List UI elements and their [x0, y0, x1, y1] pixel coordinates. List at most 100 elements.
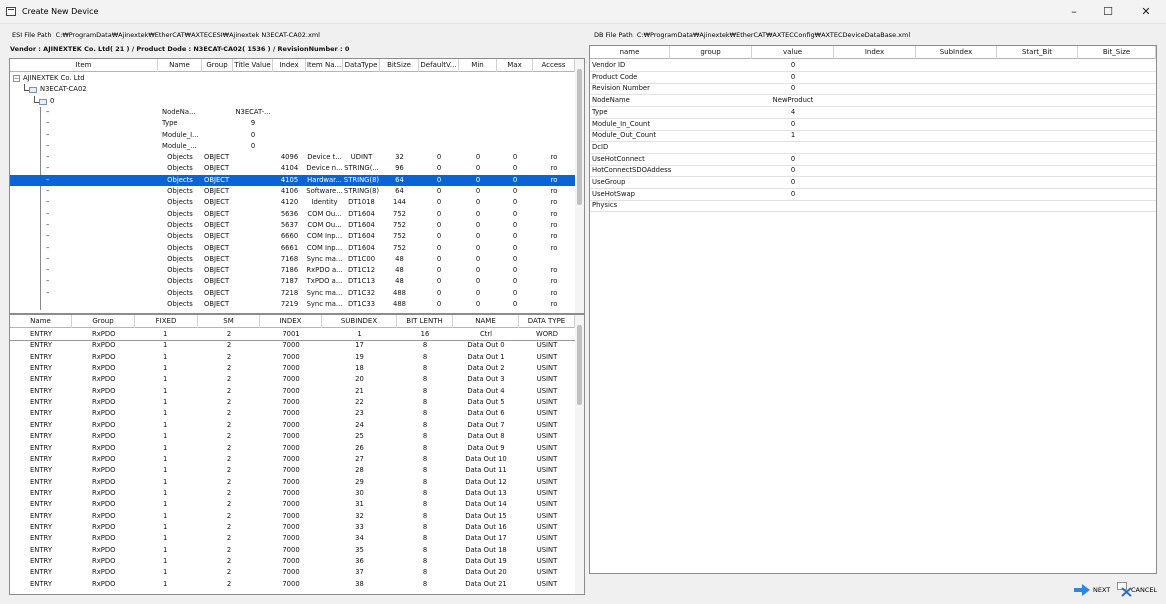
- tree-table-row[interactable]: – Module_... 0: [10, 141, 575, 152]
- tree-table-row[interactable]: – Module_I... 0: [10, 130, 575, 141]
- pdo-col-header[interactable]: SM: [198, 315, 260, 328]
- close-button[interactable]: ✕: [1129, 0, 1163, 24]
- property-table-row[interactable]: Module_Out_Count 1: [590, 130, 1156, 141]
- device-property-table[interactable]: name group value Index SubIndex Start_Bit Bit_…: [589, 45, 1157, 574]
- tree-node[interactable]: − AJINEXTEK Co. Ltd: [10, 73, 575, 84]
- pdo-table-row[interactable]: ENTRY RxPDO 1 2 7000 29 8 Data Out 12 USINT: [10, 477, 575, 488]
- pdo-col-header[interactable]: NAME: [453, 315, 519, 328]
- pdo-table-row[interactable]: ENTRY RxPDO 1 2 7000 37 8 Data Out 20 USINT: [10, 567, 575, 578]
- tree-col-header[interactable]: Max: [497, 59, 533, 72]
- tree-col-header[interactable]: Item: [10, 59, 158, 72]
- property-table-row[interactable]: NodeName NewProduct: [590, 95, 1156, 106]
- pdo-table-row[interactable]: ENTRY RxPDO 1 2 7000 38 8 Data Out 21 USINT: [10, 579, 575, 590]
- property-table-row[interactable]: HotConnectSDOAddess 0: [590, 165, 1156, 176]
- tree-table-row[interactable]: – Objects OBJECT 7218 Sync ma... DT1C32 488 0 0 0…: [10, 288, 575, 299]
- pdo-table-row[interactable]: ENTRY RxPDO 1 2 7000 28 8 Data Out 11 USINT: [10, 465, 575, 476]
- tree-col-header[interactable]: BitSize: [380, 59, 419, 72]
- collapse-expander-icon[interactable]: −: [13, 75, 20, 82]
- property-col-header[interactable]: group: [670, 46, 752, 59]
- tree-col-header[interactable]: Item Na...: [306, 59, 343, 72]
- pdo-entry-table[interactable]: Name Group FIXED SM INDEX SUBINDEX BIT LENTH NA…: [9, 314, 585, 595]
- device-node-icon: [29, 87, 37, 94]
- property-col-header[interactable]: name: [590, 46, 670, 59]
- tree-col-header[interactable]: Access: [533, 59, 575, 72]
- tree-col-header[interactable]: DataType: [343, 59, 380, 72]
- pdo-table-row[interactable]: ENTRY RxPDO 1 2 7000 31 8 Data Out 14 USINT: [10, 499, 575, 510]
- tree-col-header[interactable]: Name: [158, 59, 202, 72]
- pdo-table-row[interactable]: ENTRY RxPDO 1 2 7000 19 8 Data Out 1 USINT: [10, 352, 575, 363]
- pdo-table-scrollbar[interactable]: [575, 315, 584, 594]
- property-table-row[interactable]: Revision Number 0: [590, 83, 1156, 94]
- property-col-header[interactable]: Bit_Size: [1078, 46, 1156, 59]
- maximize-button[interactable]: ☐: [1091, 0, 1125, 24]
- tree-table-scrollbar[interactable]: [575, 59, 584, 313]
- property-col-header[interactable]: SubIndex: [916, 46, 997, 59]
- pdo-table-row[interactable]: ENTRY RxPDO 1 2 7000 17 8 Data Out 0 USINT: [10, 340, 575, 351]
- property-table-row[interactable]: DcID: [590, 142, 1156, 153]
- tree-table-row[interactable]: – Objects OBJECT 5637 COM Ou... DT1604 752 0 0 0 r…: [10, 220, 575, 231]
- property-table-row[interactable]: Product Code 0: [590, 72, 1156, 83]
- pdo-col-header[interactable]: INDEX: [260, 315, 322, 328]
- pdo-table-row[interactable]: ENTRY RxPDO 1 2 7000 30 8 Data Out 13 USINT: [10, 488, 575, 499]
- tree-table-row[interactable]: – Type 9: [10, 118, 575, 129]
- pdo-table-row[interactable]: ENTRY RxPDO 1 2 7000 20 8 Data Out 3 USINT: [10, 374, 575, 385]
- pdo-col-header[interactable]: FIXED: [135, 315, 198, 328]
- pdo-table-row[interactable]: ENTRY RxPDO 1 2 7001 1 16 Ctrl WORD: [10, 329, 575, 340]
- pdo-table-row[interactable]: ENTRY RxPDO 1 2 7000 26 8 Data Out 9 USINT: [10, 443, 575, 454]
- tree-table-row[interactable]: – Objects OBJECT 4105 Hardwar... STRING(8) 64 0…: [10, 174, 575, 186]
- tree-table-row[interactable]: – NodeNa... N3ECAT-...: [10, 107, 575, 118]
- tree-table-row[interactable]: – Objects OBJECT 7186 RxPDO a... DT1C12 48 0 0 0 r…: [10, 265, 575, 276]
- pdo-table-row[interactable]: ENTRY RxPDO 1 2 7000 24 8 Data Out 7 USINT: [10, 420, 575, 431]
- pdo-table-cell: Data Out 5: [467, 398, 505, 407]
- property-table-row[interactable]: Type 4: [590, 107, 1156, 118]
- tree-table-row[interactable]: – Objects OBJECT 4096 Device t... UDINT 32 0 0 0 r…: [10, 152, 575, 163]
- pdo-table-row[interactable]: ENTRY RxPDO 1 2 7000 32 8 Data Out 15 USINT: [10, 511, 575, 522]
- tree-table-row[interactable]: Objects OBJECT 7219 Sync ma... DT1C33 488 0 0 0 r…: [10, 299, 575, 310]
- tree-node[interactable]: N3ECAT-CA02: [10, 84, 575, 95]
- tree-col-header[interactable]: Min: [459, 59, 497, 72]
- tree-table-row[interactable]: – Objects OBJECT 5636 COM Ou... DT1604 752 0 0 0 r…: [10, 209, 575, 220]
- property-table-row[interactable]: Vendor ID 0: [590, 60, 1156, 71]
- pdo-table-row[interactable]: ENTRY RxPDO 1 2 7000 35 8 Data Out 18 USINT: [10, 545, 575, 556]
- pdo-table-row[interactable]: ENTRY RxPDO 1 2 7000 23 8 Data Out 6 USINT: [10, 408, 575, 419]
- pdo-col-header[interactable]: Group: [72, 315, 135, 328]
- pdo-table-row[interactable]: ENTRY RxPDO 1 2 7000 18 8 Data Out 2 USINT: [10, 363, 575, 374]
- pdo-table-scroll-thumb[interactable]: [577, 325, 582, 405]
- pdo-table-row[interactable]: ENTRY RxPDO 1 2 7000 27 8 Data Out 10 USINT: [10, 454, 575, 465]
- tree-col-header[interactable]: DefaultV...: [419, 59, 459, 72]
- tree-table-row[interactable]: – Objects OBJECT 6660 COM Inp... DT1604 752 0 0 0…: [10, 231, 575, 242]
- tree-table-cell: [233, 163, 273, 174]
- pdo-table-row[interactable]: ENTRY RxPDO 1 2 7000 22 8 Data Out 5 USINT: [10, 397, 575, 408]
- tree-table-row[interactable]: – Objects OBJECT 6661 COM Inp... DT1604 752 0 0 0…: [10, 243, 575, 254]
- tree-node[interactable]: 0: [10, 95, 575, 107]
- pdo-table-row[interactable]: ENTRY RxPDO 1 2 7000 33 8 Data Out 16 USINT: [10, 522, 575, 533]
- pdo-table-row[interactable]: ENTRY RxPDO 1 2 7000 36 8 Data Out 19 USINT: [10, 556, 575, 567]
- property-table-row[interactable]: UseGroup 0: [590, 177, 1156, 188]
- property-table-row[interactable]: UseHotConnect 0: [590, 154, 1156, 165]
- property-table-row[interactable]: Physics: [590, 200, 1156, 211]
- minimize-button[interactable]: –: [1057, 0, 1091, 24]
- pdo-col-header[interactable]: SUBINDEX: [322, 315, 397, 328]
- esi-tree-table[interactable]: Item Name Group Title Value Index Item Na... D…: [9, 58, 585, 314]
- pdo-col-header[interactable]: BIT LENTH: [397, 315, 453, 328]
- pdo-col-header[interactable]: Name: [10, 315, 72, 328]
- property-table-row[interactable]: UseHotSwap 0: [590, 189, 1156, 200]
- tree-table-row[interactable]: – Objects OBJECT 4104 Device n... STRING(... 9…: [10, 163, 575, 174]
- tree-table-scroll-thumb[interactable]: [577, 69, 582, 205]
- pdo-col-header[interactable]: DATA TYPE: [519, 315, 575, 328]
- tree-col-header[interactable]: Title Value: [233, 59, 273, 72]
- tree-table-row[interactable]: – Objects OBJECT 4106 Software... STRING(8) 64…: [10, 186, 575, 197]
- tree-table-row[interactable]: – Objects OBJECT 7168 Sync ma... DT1C00 48 0 0 0: [10, 254, 575, 265]
- tree-col-header[interactable]: Index: [273, 59, 306, 72]
- property-table-row[interactable]: Module_In_Count 0: [590, 119, 1156, 130]
- pdo-table-row[interactable]: ENTRY RxPDO 1 2 7000 25 8 Data Out 8 USINT: [10, 431, 575, 442]
- tree-col-header[interactable]: Group: [202, 59, 233, 72]
- tree-table-cell: ro: [550, 153, 558, 162]
- pdo-table-row[interactable]: ENTRY RxPDO 1 2 7000 34 8 Data Out 17 USINT: [10, 533, 575, 544]
- property-col-header[interactable]: Index: [834, 46, 916, 59]
- tree-table-row[interactable]: – Objects OBJECT 7187 TxPDO a... DT1C13 48 0 0 0 r…: [10, 276, 575, 287]
- pdo-table-row[interactable]: ENTRY RxPDO 1 2 7000 21 8 Data Out 4 USINT: [10, 386, 575, 397]
- property-col-header[interactable]: Start_Bit: [997, 46, 1078, 59]
- tree-table-row[interactable]: – Objects OBJECT 4120 Identity DT1018 144 0 0 0 ro: [10, 197, 575, 208]
- property-col-header[interactable]: value: [752, 46, 834, 59]
